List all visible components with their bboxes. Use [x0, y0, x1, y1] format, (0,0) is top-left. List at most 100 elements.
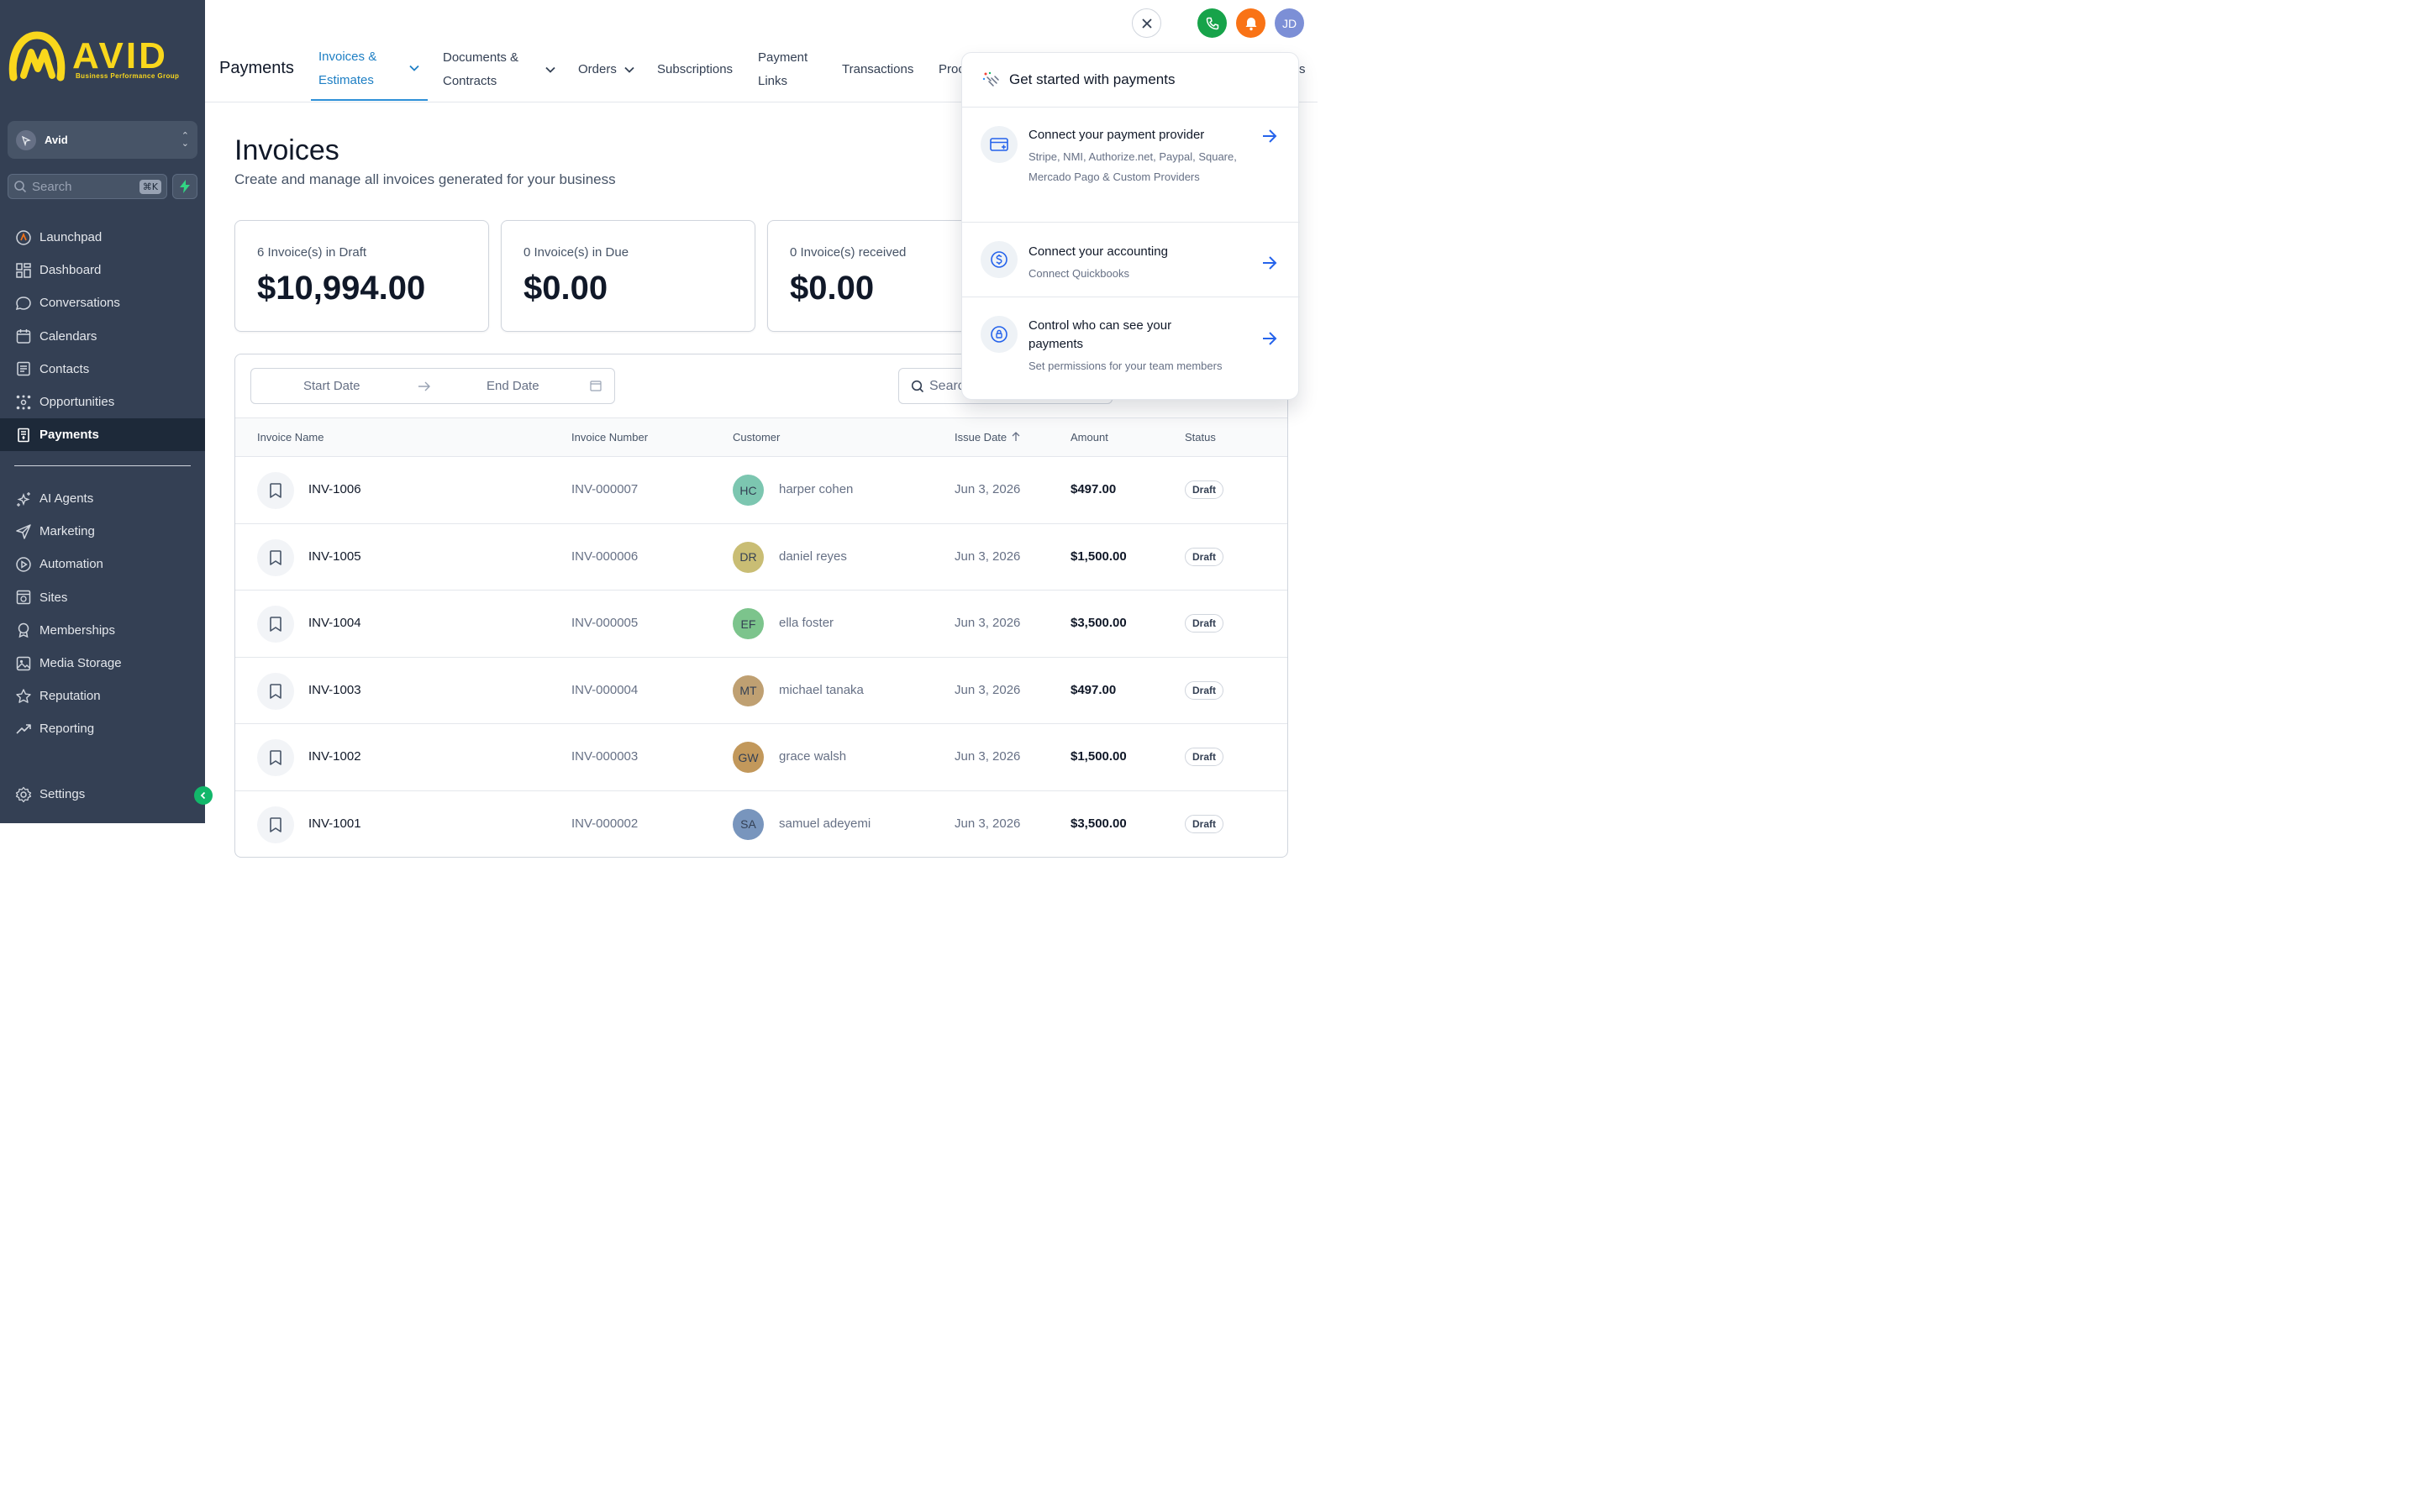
tab-transactions[interactable]: Transactions — [842, 58, 913, 81]
tab-invoices-estimates[interactable]: Invoices & Estimates — [318, 45, 376, 92]
get-started-payments-popover: Get started with payments Connect your p… — [961, 52, 1300, 401]
invoice-icon — [257, 672, 294, 710]
status-badge: Draft — [1185, 748, 1224, 766]
sidebar-item-label: Sites — [39, 590, 68, 605]
invoice-name[interactable]: INV-1006 — [308, 482, 361, 496]
bolt-icon — [180, 180, 190, 193]
sidebar-item-reputation[interactable]: Reputation — [0, 680, 205, 712]
item-title: Connect your payment provider — [1028, 128, 1205, 142]
connect-accounting-item[interactable]: Connect your accounting Connect Quickboo… — [962, 223, 1300, 297]
calendar-icon — [16, 329, 31, 344]
sidebar-item-contacts[interactable]: Contacts — [0, 353, 205, 386]
status-badge: Draft — [1185, 814, 1224, 833]
tab-orders[interactable]: Orders — [578, 58, 617, 81]
account-icon — [16, 129, 36, 150]
account-switcher[interactable]: Avid ⌃ ⌄ — [8, 121, 197, 159]
sidebar-item-conversations[interactable]: Conversations — [0, 286, 205, 319]
sidebar-item-settings[interactable]: Settings — [0, 778, 205, 811]
sidebar-item-marketing[interactable]: Marketing — [0, 515, 205, 548]
invoice-amount: $1,500.00 — [1071, 749, 1127, 764]
tab-more[interactable]: s — [1299, 58, 1306, 81]
start-date-field[interactable]: Start Date — [303, 379, 360, 393]
table-row[interactable]: INV-1005 INV-000006 DR daniel reyes Jun 3, 2… — [235, 524, 1287, 591]
table-row[interactable]: INV-1002 INV-000003 GW grace walsh Jun 3, 20… — [235, 724, 1287, 791]
column-label: Issue Date — [955, 431, 1007, 444]
column-invoice-name[interactable]: Invoice Name — [257, 431, 324, 444]
avid-logo[interactable]: AVID Business Performance Group — [8, 30, 197, 82]
tab-payment-links[interactable]: Payment Links — [758, 46, 808, 93]
dollar-icon — [981, 241, 1018, 278]
lock-shield-icon — [981, 316, 1018, 353]
sidebar-item-reporting[interactable]: Reporting — [0, 712, 205, 745]
user-avatar[interactable]: JD — [1275, 8, 1304, 38]
sidebar-item-ai-agents[interactable]: AI Agents — [0, 482, 205, 515]
sidebar-item-label: Reporting — [39, 722, 95, 737]
invoice-name[interactable]: INV-1002 — [308, 749, 361, 764]
connect-payment-provider-item[interactable]: Connect your payment provider Stripe, NM… — [962, 108, 1300, 223]
invoice-name[interactable]: INV-1001 — [308, 816, 361, 831]
tab-documents-contracts[interactable]: Documents & Contracts — [443, 46, 518, 93]
account-name: Avid — [45, 134, 68, 146]
column-amount[interactable]: Amount — [1071, 431, 1108, 444]
card-label: 0 Invoice(s) in Due — [523, 245, 629, 260]
control-visibility-item[interactable]: Control who can see your payments Set pe… — [962, 297, 1300, 401]
date-range-picker[interactable]: Start Date End Date — [250, 368, 615, 404]
chevron-down-icon[interactable] — [624, 66, 634, 73]
avatar-initials: JD — [1281, 16, 1297, 30]
close-button[interactable] — [1132, 8, 1161, 38]
column-status[interactable]: Status — [1185, 431, 1216, 444]
sidebar-item-sites[interactable]: Sites — [0, 581, 205, 614]
sidebar-item-memberships[interactable]: Memberships — [0, 614, 205, 647]
invoice-icon — [257, 606, 294, 643]
customer-name: grace walsh — [779, 749, 847, 764]
item-description: Connect Quickbooks — [1028, 267, 1129, 280]
sidebar: AVID Business Performance Group Avid ⌃ ⌄ … — [0, 0, 213, 823]
column-customer[interactable]: Customer — [733, 431, 780, 444]
sidebar-item-label: Dashboard — [39, 263, 102, 278]
table-header: Invoice Name Invoice Number Customer Iss… — [235, 417, 1287, 457]
end-date-field[interactable]: End Date — [487, 379, 539, 393]
sidebar-item-automation[interactable]: Automation — [0, 548, 205, 580]
customer-name: michael tanaka — [779, 682, 864, 697]
tab-label-line1: Invoices & — [318, 50, 377, 64]
sidebar-item-label: Automation — [39, 557, 103, 572]
sidebar-item-media-storage[interactable]: Media Storage — [0, 647, 205, 680]
tab-subscriptions[interactable]: Subscriptions — [657, 58, 733, 81]
notifications-button[interactable] — [1236, 8, 1265, 38]
invoice-name[interactable]: INV-1005 — [308, 549, 361, 564]
card-value: $0.00 — [523, 270, 608, 307]
phone-button[interactable] — [1197, 8, 1227, 38]
chevron-down-icon[interactable] — [545, 66, 555, 73]
sidebar-item-dashboard[interactable]: Dashboard — [0, 254, 205, 286]
sidebar-search[interactable]: Search ⌘K — [8, 174, 167, 199]
phone-icon — [1206, 17, 1218, 29]
invoice-icon — [257, 739, 294, 776]
invoice-name[interactable]: INV-1004 — [308, 616, 361, 630]
column-invoice-number[interactable]: Invoice Number — [571, 431, 648, 444]
sidebar-item-label: Launchpad — [39, 230, 103, 245]
popover-title: Get started with payments — [1009, 71, 1176, 87]
logo-mark-icon — [8, 31, 66, 81]
invoice-name[interactable]: INV-1003 — [308, 683, 361, 697]
customer-avatar: MT — [733, 675, 764, 706]
quick-actions-button[interactable] — [172, 174, 197, 199]
column-issue-date[interactable]: Issue Date — [955, 431, 1020, 444]
sidebar-item-calendars[interactable]: Calendars — [0, 320, 205, 353]
chevron-down-icon[interactable] — [409, 65, 419, 71]
close-icon — [1141, 18, 1152, 29]
arrow-right-icon — [1263, 256, 1277, 270]
bell-icon — [1245, 17, 1256, 30]
automation-icon — [16, 557, 31, 572]
sidebar-item-payments[interactable]: Payments — [0, 418, 205, 452]
sidebar-item-opportunities[interactable]: Opportunities — [0, 386, 205, 418]
table-row[interactable]: INV-1004 INV-000005 EF ella foster Jun 3, 20… — [235, 591, 1287, 658]
status-badge: Draft — [1185, 480, 1224, 499]
table-row[interactable]: INV-1006 INV-000007 HC harper cohen Jun 3, 2… — [235, 457, 1287, 524]
sidebar-item-launchpad[interactable]: Launchpad — [0, 221, 205, 254]
table-row[interactable]: INV-1001 INV-000002 SA samuel adeyemi Jun 3,… — [235, 791, 1287, 858]
card-value: $10,994.00 — [257, 270, 426, 307]
table-row[interactable]: INV-1003 INV-000004 MT michael tanaka Jun 3,… — [235, 658, 1287, 724]
tab-label-line2: Contracts — [443, 74, 497, 88]
contacts-icon — [17, 362, 30, 376]
customer-avatar: SA — [733, 808, 764, 840]
